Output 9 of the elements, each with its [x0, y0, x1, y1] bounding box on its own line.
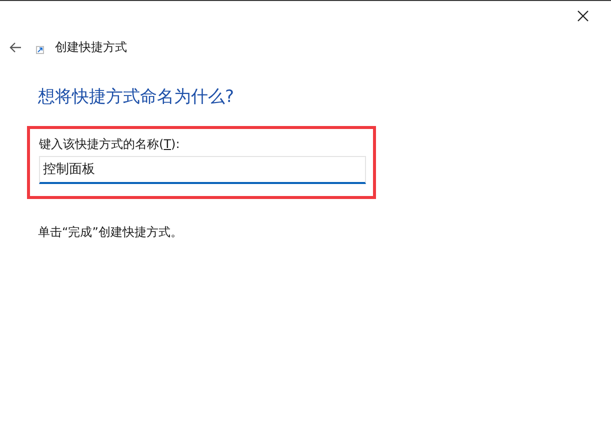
back-arrow-icon: [8, 42, 22, 52]
window-title: 创建快捷方式: [55, 39, 127, 56]
name-input-field[interactable]: 控制面板: [39, 156, 366, 184]
instruction-text: 单击“完成”创建快捷方式。: [38, 224, 182, 240]
shortcut-icon: [36, 46, 44, 54]
field-label: 键入该快捷方式的名称(T):: [39, 136, 181, 152]
page-heading: 想将快捷方式命名为什么?: [38, 86, 234, 109]
close-icon: [577, 10, 589, 22]
back-button[interactable]: [8, 40, 22, 54]
